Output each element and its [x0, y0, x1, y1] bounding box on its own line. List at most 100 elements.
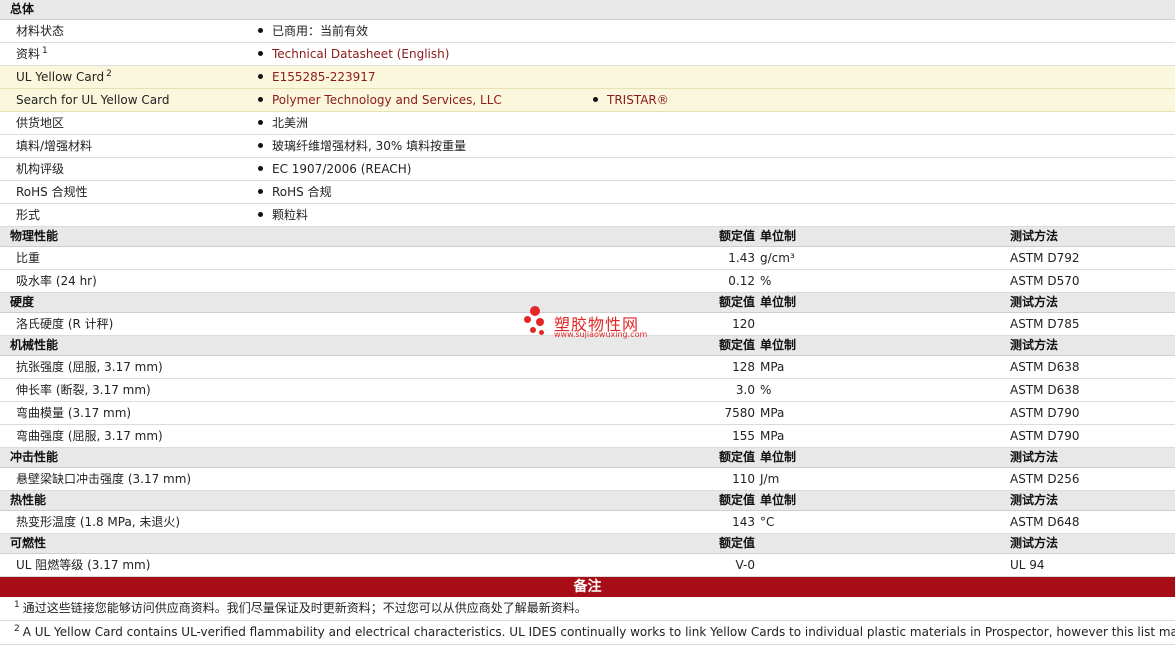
- property-value: 143: [732, 515, 755, 529]
- property-value: 7580: [724, 406, 755, 420]
- value-link[interactable]: E155285-223917: [272, 70, 376, 84]
- property-value[interactable]: TRISTAR®: [593, 89, 669, 112]
- property-label: 机构评级: [16, 158, 64, 181]
- property-value: 颗粒料: [258, 204, 308, 227]
- bullet-icon: [258, 212, 263, 217]
- header-value: 额定值: [718, 536, 755, 550]
- bullet-icon: [593, 97, 598, 102]
- header-unit: 单位制: [760, 450, 797, 464]
- property-value: 0.12: [728, 274, 755, 288]
- value-link[interactable]: Polymer Technology and Services, LLC: [272, 93, 502, 107]
- bullet-icon: [258, 143, 263, 148]
- footnote-text: 通过这些链接您能够访问供应商资料。我们尽量保证及时更新资料；不过您可以从供应商处…: [22, 601, 587, 615]
- property-label-text: 形式: [16, 208, 41, 222]
- test-method: ASTM D790: [1010, 406, 1080, 420]
- bullet-icon: [258, 28, 263, 33]
- section-header-general: 总体: [0, 0, 1175, 20]
- bullet-icon: [258, 189, 263, 194]
- value-text: 已商用：当前有效: [272, 24, 369, 38]
- property-label: 材料状态: [16, 20, 64, 43]
- property-value[interactable]: Technical Datasheet (English): [258, 43, 449, 66]
- footnote-text: A UL Yellow Card contains UL-verified fl…: [22, 625, 1175, 639]
- footnote-number: 1: [14, 600, 20, 610]
- header-value: 额定值: [718, 450, 755, 464]
- notes-header: 备注: [0, 577, 1175, 597]
- footnote-ref: 2: [106, 69, 112, 79]
- watermark-logo: 塑胶物性网 www.sujiaowuxing.com: [524, 306, 654, 342]
- property-value: V-0: [735, 558, 755, 572]
- test-method: ASTM D785: [1010, 317, 1080, 331]
- property-row: 比重 1.43 g/cm³ ASTM D792: [0, 247, 1175, 270]
- property-label-text: 供货地区: [16, 116, 65, 130]
- general-row: 形式 颗粒料: [0, 204, 1175, 227]
- property-value: 110: [732, 472, 755, 486]
- property-value: 128: [732, 360, 755, 374]
- value-text: 玻璃纤维增强材料, 30% 填料按重量: [272, 139, 467, 153]
- property-label-text: 机构评级: [16, 162, 65, 176]
- property-value[interactable]: E155285-223917: [258, 66, 376, 89]
- property-row: 伸长率 (断裂, 3.17 mm) 3.0% ASTM D638: [0, 379, 1175, 402]
- header-method: 测试方法: [1010, 338, 1059, 352]
- property-label: 形式: [16, 204, 40, 227]
- value-link[interactable]: TRISTAR®: [607, 93, 669, 107]
- section-title: 总体: [10, 2, 35, 16]
- value-text: RoHS 合规: [272, 185, 332, 199]
- property-row: 抗张强度 (屈服, 3.17 mm) 128 MPa ASTM D638: [0, 356, 1175, 379]
- property-label: RoHS 合规性: [16, 181, 88, 204]
- property-value: 已商用：当前有效: [258, 20, 368, 43]
- general-row: 填料/增强材料 玻璃纤维增强材料, 30% 填料按重量: [0, 135, 1175, 158]
- property-label: 供货地区: [16, 112, 64, 135]
- general-row: 资料 1 Technical Datasheet (English): [0, 43, 1175, 66]
- general-row: RoHS 合规性 RoHS 合规: [0, 181, 1175, 204]
- header-method: 测试方法: [1010, 295, 1059, 309]
- test-method: ASTM D638: [1010, 360, 1080, 374]
- property-value: 1.43: [728, 251, 755, 265]
- header-value: 额定值: [718, 229, 755, 243]
- section-header: 热性能 额定值 单位制 测试方法: [0, 491, 1175, 511]
- general-row: 供货地区 北美洲: [0, 112, 1175, 135]
- header-unit: 单位制: [760, 295, 797, 309]
- section-header: 冲击性能 额定值 单位制 测试方法: [0, 448, 1175, 468]
- property-row: 吸水率 (24 hr) 0.12% ASTM D570: [0, 270, 1175, 293]
- property-unit: °C: [760, 515, 775, 529]
- section-header: 物理性能 额定值 单位制 测试方法: [0, 227, 1175, 247]
- logo-dots-icon: [524, 306, 550, 340]
- general-row: 机构评级 EC 1907/2006 (REACH): [0, 158, 1175, 181]
- property-row: UL 阻燃等级 (3.17 mm) V-0 UL 94: [0, 554, 1175, 577]
- test-method: ASTM D570: [1010, 274, 1080, 288]
- property-label: UL Yellow Card 2: [16, 66, 112, 89]
- property-label: 填料/增强材料: [16, 135, 92, 158]
- property-value[interactable]: Polymer Technology and Services, LLC: [258, 89, 502, 112]
- property-row: 弯曲强度 (屈服, 3.17 mm) 155 MPa ASTM D790: [0, 425, 1175, 448]
- property-label-text: UL Yellow Card: [16, 70, 105, 84]
- property-row: 热变形温度 (1.8 MPa, 未退火) 143 °C ASTM D648: [0, 511, 1175, 534]
- value-link[interactable]: Technical Datasheet (English): [272, 47, 449, 61]
- test-method: ASTM D790: [1010, 429, 1080, 443]
- bullet-icon: [258, 120, 263, 125]
- header-method: 测试方法: [1010, 229, 1059, 243]
- header-unit: 单位制: [760, 493, 797, 507]
- footnote-number: 2: [14, 624, 20, 634]
- general-row: UL Yellow Card 2 E155285-223917: [0, 66, 1175, 89]
- header-method: 测试方法: [1010, 536, 1059, 550]
- test-method: UL 94: [1010, 558, 1045, 572]
- test-method: ASTM D648: [1010, 515, 1080, 529]
- property-row: 悬壁梁缺口冲击强度 (3.17 mm) 110 J/m ASTM D256: [0, 468, 1175, 491]
- bullet-icon: [258, 74, 263, 79]
- property-label: Search for UL Yellow Card: [16, 89, 169, 112]
- property-value: 155: [732, 429, 755, 443]
- property-unit: %: [760, 383, 772, 397]
- test-method: ASTM D256: [1010, 472, 1080, 486]
- header-value: 额定值: [718, 493, 755, 507]
- value-text: EC 1907/2006 (REACH): [272, 162, 412, 176]
- test-method: ASTM D638: [1010, 383, 1080, 397]
- property-label-text: Search for UL Yellow Card: [16, 93, 170, 107]
- property-unit: %: [760, 274, 772, 288]
- property-label-text: 填料/增强材料: [16, 139, 93, 153]
- header-method: 测试方法: [1010, 493, 1059, 507]
- bullet-icon: [258, 97, 263, 102]
- property-unit: g/cm³: [760, 251, 795, 265]
- property-unit: J/m: [760, 472, 780, 486]
- property-label: 资料 1: [16, 43, 48, 66]
- value-text: 颗粒料: [272, 208, 309, 222]
